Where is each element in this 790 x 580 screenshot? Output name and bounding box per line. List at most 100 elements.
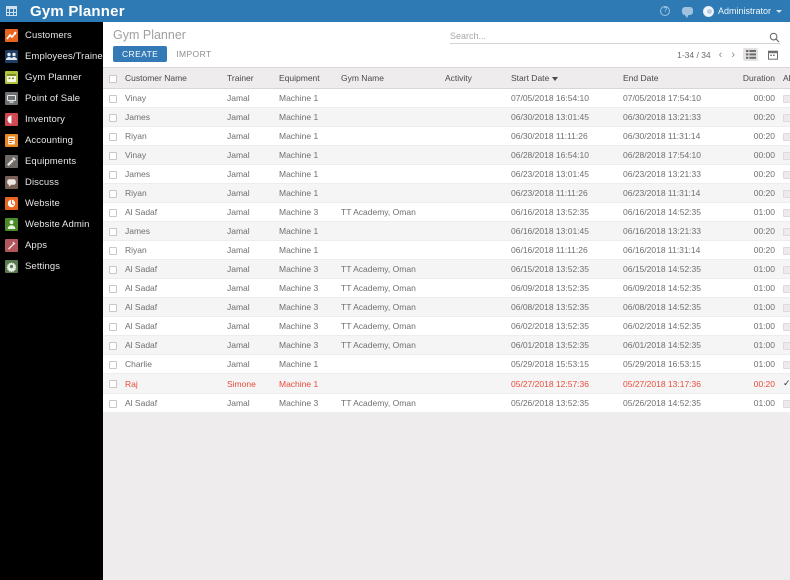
row-checkbox[interactable] [109, 399, 117, 408]
cell-absent[interactable] [779, 145, 790, 165]
row-checkbox[interactable] [109, 151, 117, 160]
absent-checkbox[interactable] [783, 227, 790, 236]
cell-absent[interactable] [779, 88, 790, 108]
table-row[interactable]: James Jamal Machine 1 06/23/2018 13:01:45 06… [103, 164, 790, 184]
cell-absent[interactable] [779, 278, 790, 298]
table-row[interactable]: Raj Simone Machine 1 05/27/2018 12:57:36 05/… [103, 373, 790, 394]
row-checkbox[interactable] [109, 303, 117, 312]
row-select-cell[interactable] [103, 221, 121, 241]
sidebar-item-apps[interactable]: Apps [0, 235, 103, 256]
table-row[interactable]: Al Sadaf Jamal Machine 3 TT Academy, Oman 06… [103, 278, 790, 298]
select-all-checkbox[interactable] [109, 74, 117, 83]
sidebar-item-equipments[interactable]: Equipments [0, 151, 103, 172]
row-checkbox[interactable] [109, 380, 117, 389]
sidebar-item-discuss[interactable]: Discuss [0, 172, 103, 193]
sidebar-item-inventory[interactable]: Inventory [0, 109, 103, 130]
cell-absent[interactable] [779, 240, 790, 260]
absent-checkbox[interactable] [783, 303, 790, 312]
list-view-icon[interactable] [743, 48, 758, 61]
absent-checkbox[interactable] [783, 94, 790, 103]
cell-absent[interactable] [779, 259, 790, 279]
table-row[interactable]: Al Sadaf Jamal Machine 3 TT Academy, Oman 06… [103, 335, 790, 355]
absent-checkbox[interactable] [783, 265, 790, 274]
row-select-cell[interactable] [103, 354, 121, 374]
select-all-header[interactable] [103, 68, 121, 89]
row-select-cell[interactable] [103, 183, 121, 203]
cell-absent[interactable] [779, 354, 790, 374]
absent-checkbox[interactable] [783, 399, 790, 408]
absent-checkbox[interactable] [783, 208, 790, 217]
absent-checkbox[interactable] [783, 189, 790, 198]
cell-absent[interactable] [779, 183, 790, 203]
row-select-cell[interactable] [103, 126, 121, 146]
table-row[interactable]: Vinay Jamal Machine 1 06/28/2018 16:54:10 06… [103, 145, 790, 165]
row-checkbox[interactable] [109, 246, 117, 255]
row-select-cell[interactable] [103, 164, 121, 184]
row-select-cell[interactable] [103, 316, 121, 336]
import-button[interactable]: IMPORT [176, 49, 211, 59]
table-row[interactable]: Al Sadaf Jamal Machine 3 TT Academy, Oman 06… [103, 316, 790, 336]
table-row[interactable]: Vinay Jamal Machine 1 07/05/2018 16:54:10 07… [103, 88, 790, 108]
column-header-customer-name[interactable]: Customer Name [121, 68, 223, 89]
row-checkbox[interactable] [109, 113, 117, 122]
table-row[interactable]: James Jamal Machine 1 06/16/2018 13:01:45 06… [103, 221, 790, 241]
table-row[interactable]: Riyan Jamal Machine 1 06/16/2018 11:11:26 06… [103, 240, 790, 260]
row-checkbox[interactable] [109, 208, 117, 217]
column-header-trainer[interactable]: Trainer [223, 68, 275, 89]
absent-check-icon[interactable]: ✓ [783, 378, 790, 388]
absent-checkbox[interactable] [783, 132, 790, 141]
absent-checkbox[interactable] [783, 246, 790, 255]
cell-absent[interactable] [779, 297, 790, 317]
absent-checkbox[interactable] [783, 360, 790, 369]
row-select-cell[interactable] [103, 88, 121, 108]
cell-absent[interactable] [779, 221, 790, 241]
row-checkbox[interactable] [109, 227, 117, 236]
sidebar-item-website[interactable]: Website [0, 193, 103, 214]
sidebar-item-customers[interactable]: Customers [0, 25, 103, 46]
create-button[interactable]: CREATE [113, 46, 168, 62]
chat-bubble-icon[interactable] [681, 5, 694, 18]
absent-checkbox[interactable] [783, 284, 790, 293]
row-checkbox[interactable] [109, 360, 117, 369]
table-row[interactable]: Al Sadaf Jamal Machine 3 TT Academy, Oman 06… [103, 202, 790, 222]
sidebar-item-employees-trainer[interactable]: Employees/Trainer [0, 46, 106, 67]
column-header-duration[interactable]: Duration [731, 68, 779, 89]
column-header-equipment[interactable]: Equipment [275, 68, 337, 89]
absent-checkbox[interactable] [783, 341, 790, 350]
sidebar-item-gym-planner[interactable]: Gym Planner [0, 67, 103, 88]
sidebar-item-website-admin[interactable]: Website Admin [0, 214, 103, 235]
absent-checkbox[interactable] [783, 322, 790, 331]
user-menu[interactable]: Administrator [702, 5, 782, 17]
row-checkbox[interactable] [109, 94, 117, 103]
row-checkbox[interactable] [109, 132, 117, 141]
row-checkbox[interactable] [109, 189, 117, 198]
absent-checkbox[interactable] [783, 113, 790, 122]
row-checkbox[interactable] [109, 265, 117, 274]
chevron-left-icon[interactable]: ‹ [718, 49, 724, 60]
cell-absent[interactable] [779, 107, 790, 127]
table-row[interactable]: Al Sadaf Jamal Machine 3 TT Academy, Oman 05… [103, 393, 790, 413]
row-checkbox[interactable] [109, 170, 117, 179]
calendar-view-icon[interactable] [765, 48, 780, 61]
table-row[interactable]: James Jamal Machine 1 06/30/2018 13:01:45 06… [103, 107, 790, 127]
app-title[interactable]: Gym Planner [30, 3, 125, 20]
column-header-gym-name[interactable]: Gym Name [337, 68, 441, 89]
column-header-start-date[interactable]: Start Date [507, 68, 619, 89]
question-circle-icon[interactable]: ? [659, 5, 672, 18]
row-select-cell[interactable] [103, 393, 121, 413]
cell-absent[interactable] [779, 393, 790, 413]
row-checkbox[interactable] [109, 284, 117, 293]
row-select-cell[interactable] [103, 145, 121, 165]
row-checkbox[interactable] [109, 341, 117, 350]
apps-menu-button[interactable] [0, 0, 22, 22]
column-header-end-date[interactable]: End Date [619, 68, 731, 89]
row-select-cell[interactable] [103, 373, 121, 394]
table-row[interactable]: Riyan Jamal Machine 1 06/30/2018 11:11:26 06… [103, 126, 790, 146]
chevron-right-icon[interactable]: › [730, 49, 736, 60]
cell-absent[interactable] [779, 126, 790, 146]
absent-checkbox[interactable] [783, 170, 790, 179]
absent-checkbox[interactable] [783, 151, 790, 160]
row-select-cell[interactable] [103, 278, 121, 298]
row-select-cell[interactable] [103, 107, 121, 127]
cell-absent[interactable] [779, 335, 790, 355]
